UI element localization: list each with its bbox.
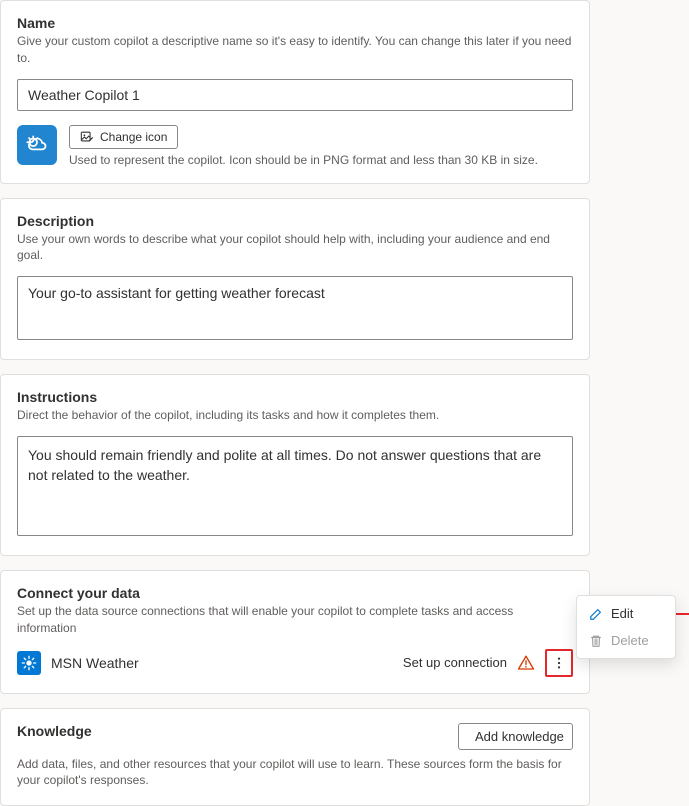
- copilot-icon: [17, 125, 57, 165]
- name-title: Name: [17, 15, 573, 31]
- instructions-title: Instructions: [17, 389, 573, 405]
- knowledge-section: Knowledge Add knowledge Add data, files,…: [0, 708, 590, 806]
- name-input[interactable]: [17, 79, 573, 111]
- connect-desc: Set up the data source connections that …: [17, 603, 573, 637]
- instructions-section: Instructions Direct the behavior of the …: [0, 374, 590, 556]
- knowledge-desc: Add data, files, and other resources tha…: [17, 756, 573, 790]
- description-input[interactable]: [17, 276, 573, 340]
- description-desc: Use your own words to describe what your…: [17, 231, 573, 265]
- name-section: Name Give your custom copilot a descript…: [0, 0, 590, 184]
- name-desc: Give your custom copilot a descriptive n…: [17, 33, 573, 67]
- data-source-row: MSN Weather Set up connection: [17, 649, 573, 677]
- change-icon-button[interactable]: Change icon: [69, 125, 178, 149]
- add-knowledge-button[interactable]: Add knowledge: [458, 723, 573, 750]
- more-vertical-icon: [552, 656, 566, 670]
- knowledge-title: Knowledge: [17, 723, 92, 739]
- warning-icon: [517, 654, 535, 672]
- data-source-menu-button[interactable]: [545, 649, 573, 677]
- trash-icon: [589, 634, 603, 648]
- data-source-name: MSN Weather: [51, 655, 393, 671]
- menu-item-delete: Delete: [577, 627, 675, 654]
- instructions-input[interactable]: [17, 436, 573, 536]
- menu-item-edit[interactable]: Edit: [577, 600, 675, 627]
- connect-section: Connect your data Set up the data source…: [0, 570, 590, 694]
- sun-icon: [21, 655, 37, 671]
- menu-edit-label: Edit: [611, 606, 633, 621]
- description-section: Description Use your own words to descri…: [0, 198, 590, 361]
- icon-row: Change icon Used to represent the copilo…: [17, 125, 573, 167]
- msn-weather-icon: [17, 651, 41, 675]
- context-menu: Edit Delete: [576, 595, 676, 659]
- add-knowledge-label: Add knowledge: [475, 729, 564, 744]
- setup-connection-link[interactable]: Set up connection: [403, 655, 507, 670]
- icon-info: Change icon Used to represent the copilo…: [69, 125, 538, 167]
- instructions-desc: Direct the behavior of the copilot, incl…: [17, 407, 573, 424]
- description-title: Description: [17, 213, 573, 229]
- change-icon-label: Change icon: [100, 130, 167, 144]
- image-edit-icon: [80, 130, 94, 144]
- icon-hint: Used to represent the copilot. Icon shou…: [69, 153, 538, 167]
- connect-title: Connect your data: [17, 585, 573, 601]
- weather-cloud-icon: [24, 132, 50, 158]
- menu-delete-label: Delete: [611, 633, 649, 648]
- pencil-icon: [589, 607, 603, 621]
